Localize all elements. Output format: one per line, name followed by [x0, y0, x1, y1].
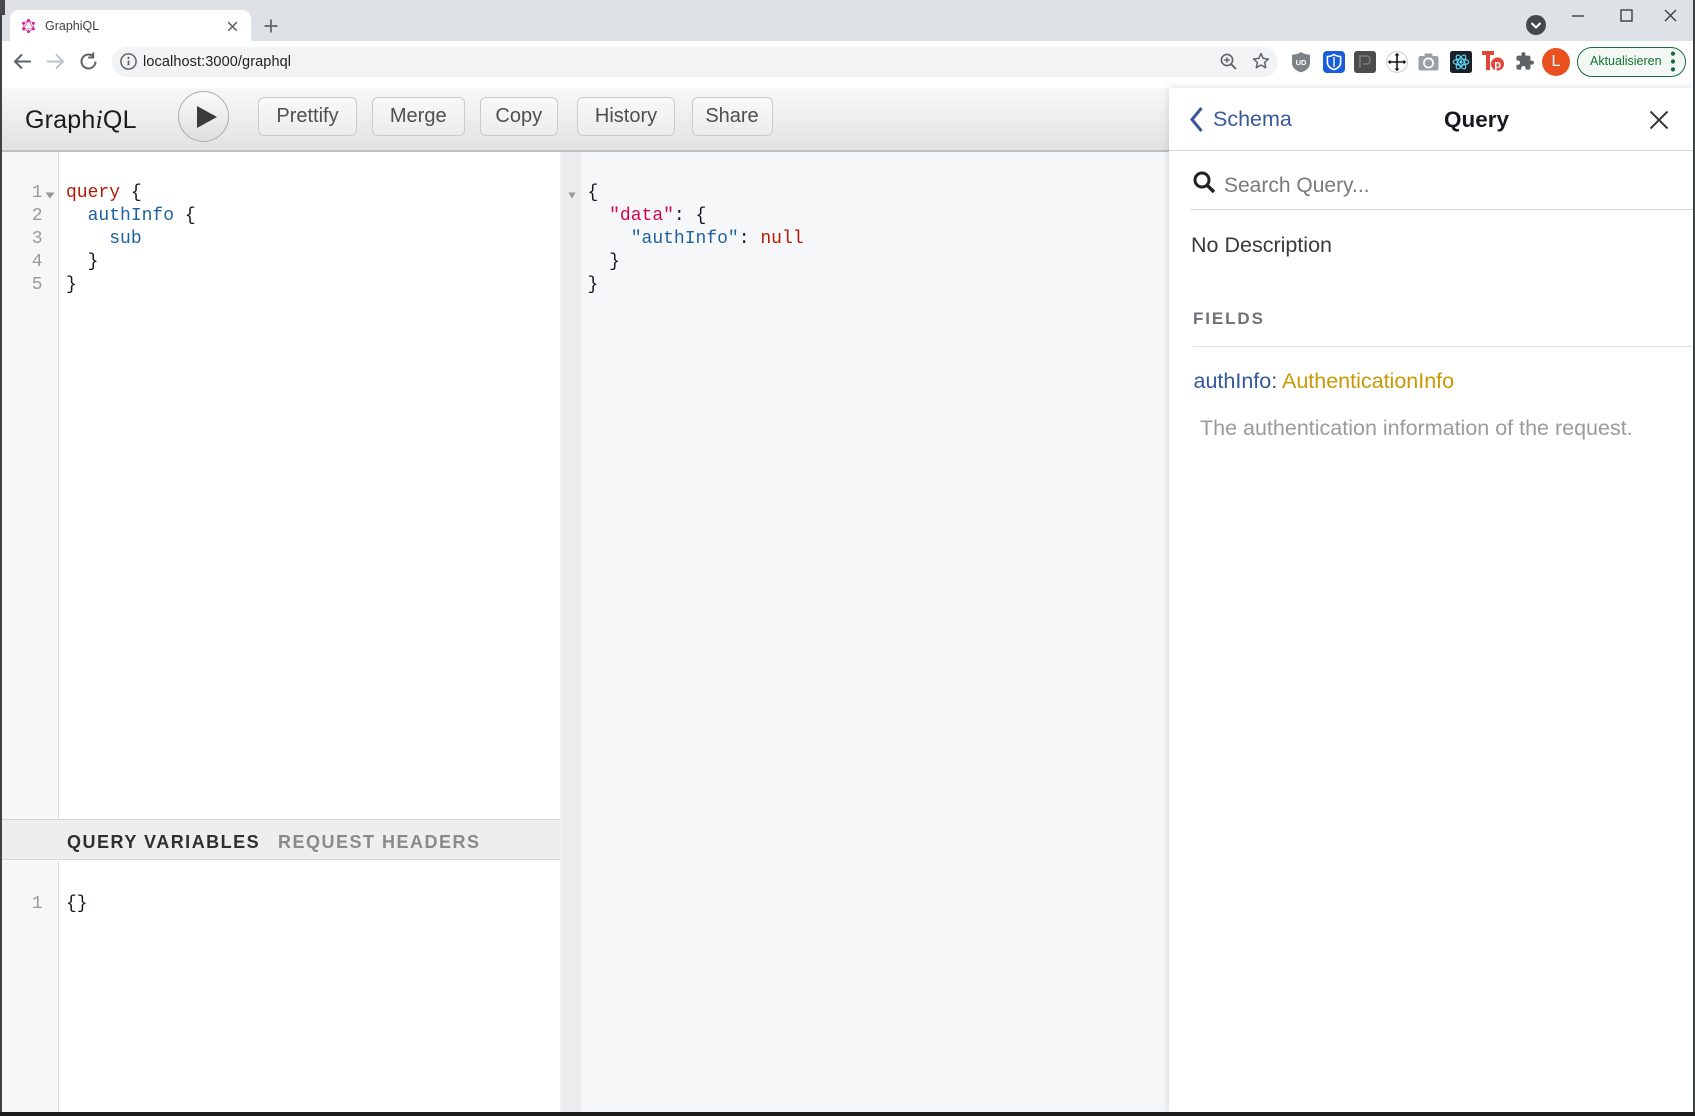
svg-text:UD: UD [1296, 58, 1307, 67]
svg-text:p: p [1494, 59, 1501, 71]
